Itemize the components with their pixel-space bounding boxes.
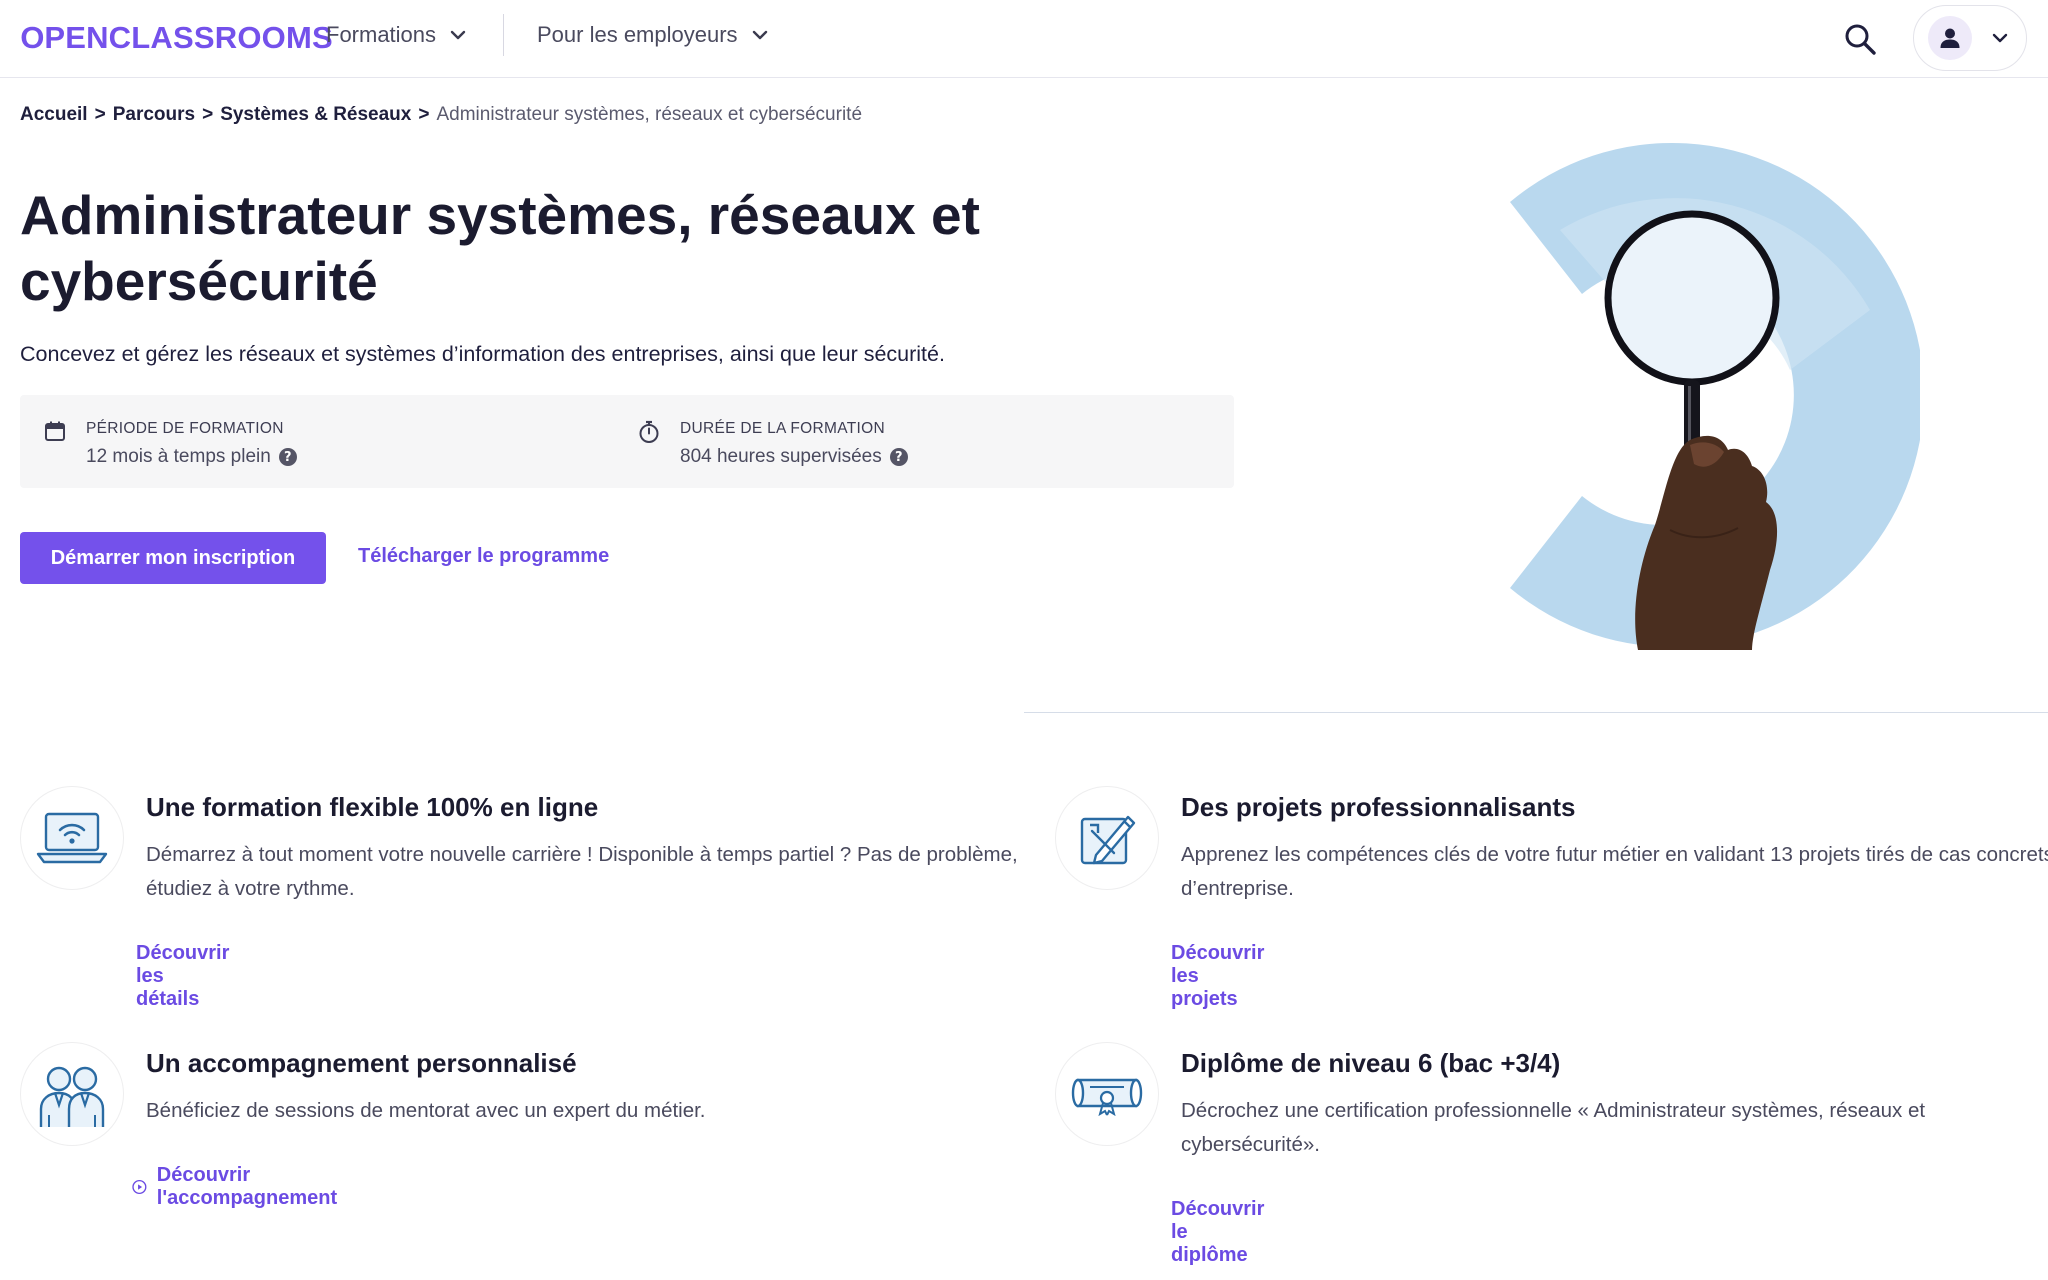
feature-description: Décrochez une certification professionne…: [1181, 1099, 1926, 1156]
glass-handle-shine: [1688, 386, 1691, 442]
download-program-link[interactable]: Télécharger le programme: [358, 545, 609, 568]
page-title: Administrateur systèmes, réseaux et cybe…: [20, 184, 980, 312]
calendar-icon: [45, 421, 65, 441]
feature-description: Apprenez les compétences clés de votre f…: [1181, 843, 2048, 900]
nav-formations-label: Formations: [326, 22, 437, 47]
info-value: 804 heures supervisées ?: [680, 446, 908, 468]
chevron-down-icon: [752, 30, 767, 40]
project-pencil-icon: [1080, 815, 1136, 865]
breadcrumb-parcours[interactable]: Parcours: [113, 104, 195, 126]
search-button[interactable]: [1838, 17, 1882, 61]
start-enrollment-button[interactable]: Démarrer mon inscription: [20, 532, 326, 584]
mentors-icon: [39, 1066, 105, 1127]
training-info-box: PÉRIODE DE FORMATION 12 mois à temps ple…: [20, 395, 1234, 488]
feature-title: Diplôme de niveau 6 (bac +3/4): [1181, 1048, 1561, 1078]
account-menu-button[interactable]: [1913, 5, 2027, 71]
logo-mirrored-letter: O: [20, 20, 45, 55]
avatar: [1928, 16, 1972, 60]
feature-title: Une formation flexible 100% en ligne: [146, 792, 599, 822]
feature-title: Un accompagnement personnalisé: [146, 1048, 577, 1078]
chevron-down-icon: [1992, 33, 2008, 43]
discover-diploma-link[interactable]: Découvrir le diplôme: [1171, 1198, 1264, 1267]
help-icon[interactable]: ?: [889, 448, 908, 466]
breadcrumb-systemes-reseaux[interactable]: Systèmes & Réseaux: [220, 104, 411, 126]
link-label: Découvrir les détails: [136, 942, 230, 1010]
diploma-icon: [1071, 1078, 1143, 1116]
discover-support-link[interactable]: Découvrir l'accompagnement: [132, 1164, 344, 1210]
info-training-period: PÉRIODE DE FORMATION 12 mois à temps ple…: [44, 418, 297, 468]
feature-icon-circle: [1055, 1042, 1159, 1146]
info-label: DURÉE DE LA FORMATION: [680, 420, 885, 437]
laptop-wifi-icon: [36, 812, 108, 864]
nav-employeurs-dropdown[interactable]: Pour les employeurs: [537, 22, 768, 48]
user-icon: [1940, 28, 1960, 48]
link-label: Découvrir l'accompagnement: [156, 1164, 338, 1209]
link-label: Découvrir le diplôme: [1171, 1198, 1265, 1266]
breadcrumb-separator: >: [94, 104, 106, 125]
play-circle-icon: [132, 1179, 147, 1195]
openclassrooms-logo[interactable]: OPENCLASSROOMS: [20, 20, 333, 56]
info-value-text: 804 heures supervisées: [680, 446, 882, 467]
section-divider: [1024, 712, 2048, 713]
discover-projects-link[interactable]: Découvrir les projets: [1171, 942, 1264, 1011]
feature-icon-circle: [20, 786, 124, 890]
breadcrumb-accueil[interactable]: Accueil: [20, 104, 88, 126]
feature-icon-circle: [20, 1042, 124, 1146]
link-label: Découvrir les projets: [1171, 942, 1265, 1010]
info-value-text: 12 mois à temps plein: [86, 446, 271, 467]
breadcrumb: Accueil > Parcours > Systèmes & Réseaux …: [20, 104, 862, 126]
breadcrumb-current: Administrateur systèmes, réseaux et cybe…: [436, 104, 863, 125]
info-training-duration: DURÉE DE LA FORMATION 804 heures supervi…: [638, 418, 908, 468]
info-label: PÉRIODE DE FORMATION: [86, 420, 284, 437]
hand: [1635, 435, 1778, 650]
top-navigation-bar: OPENCLASSROOMS Formations Pour les emplo…: [0, 0, 2048, 78]
breadcrumb-separator: >: [202, 104, 214, 125]
feature-description: Démarrez à tout moment votre nouvelle ca…: [146, 843, 1018, 900]
page-subtitle: Concevez et gérez les réseaux et système…: [20, 342, 945, 366]
chevron-down-icon: [450, 30, 466, 40]
nav-divider: [503, 14, 504, 56]
search-icon: [1845, 24, 1876, 55]
nav-formations-dropdown[interactable]: Formations: [326, 22, 466, 48]
magnifying-glass-illustration: [1510, 143, 1920, 650]
feature-description: Bénéficiez de sessions de mentorat avec …: [146, 1099, 706, 1122]
stopwatch-icon: [639, 420, 659, 443]
help-icon[interactable]: ?: [278, 448, 297, 466]
nav-employeurs-label: Pour les employeurs: [537, 22, 738, 47]
feature-icon-circle: [1055, 786, 1159, 890]
logo-text: PENCLASSROOMS: [44, 20, 333, 55]
info-value: 12 mois à temps plein ?: [86, 446, 297, 468]
discover-details-link[interactable]: Découvrir les détails: [136, 942, 229, 1011]
feature-title: Des projets professionnalisants: [1181, 792, 1576, 822]
breadcrumb-separator: >: [418, 104, 430, 125]
